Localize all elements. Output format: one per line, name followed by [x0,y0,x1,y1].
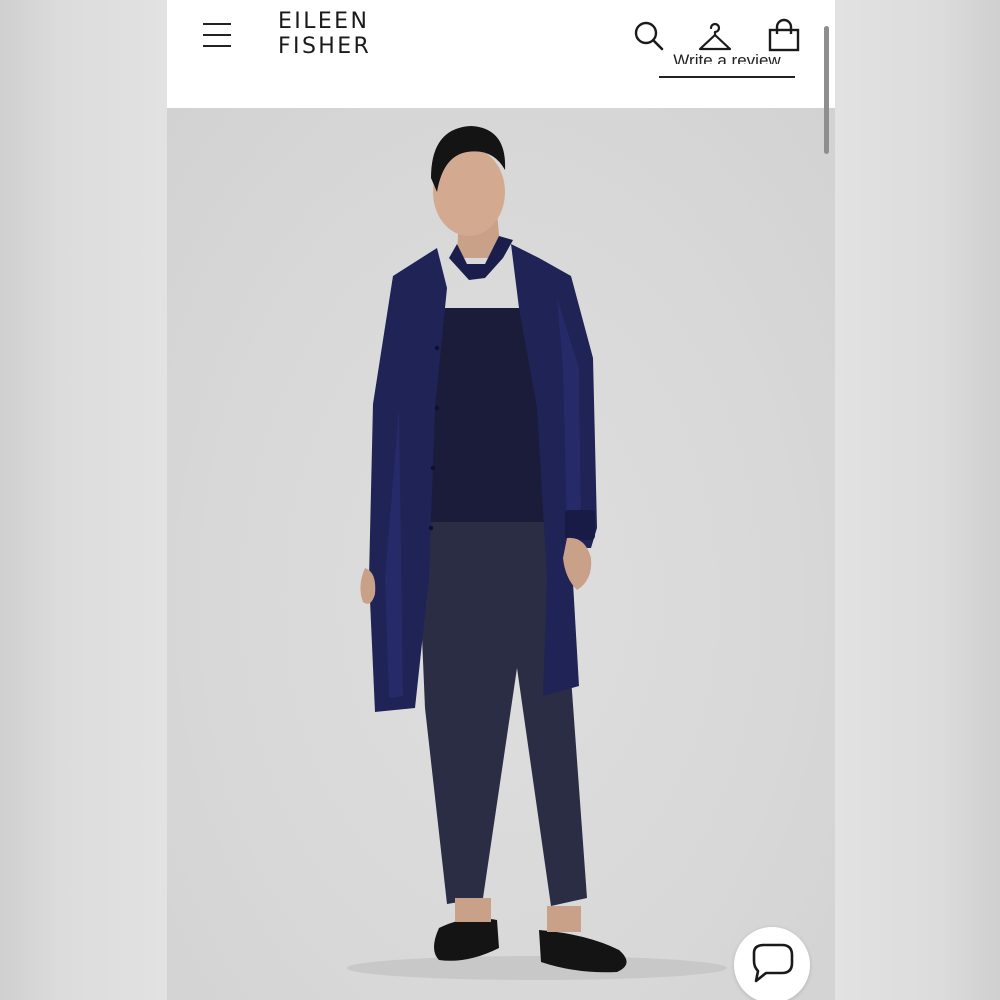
write-review-underline [659,76,795,78]
brand-logo-line-1: EILEEN [278,9,370,34]
site-header: EILEEN FISHER Write a review [167,0,835,108]
chat-button[interactable] [734,927,810,1000]
shopping-bag-icon [768,18,800,52]
hanger-icon [698,22,732,51]
menu-button[interactable] [201,20,233,52]
phone-screen: EILEEN FISHER Write a review [167,0,835,1000]
scrollbar[interactable] [824,26,829,154]
hamburger-menu-icon [203,23,231,25]
model-figure [347,126,727,980]
brand-logo[interactable]: EILEEN FISHER [278,9,371,59]
brand-logo-line-2: FISHER [278,34,372,59]
hamburger-menu-icon-line [203,45,231,47]
search-button[interactable] [631,18,667,54]
hamburger-menu-icon-line [203,34,231,36]
wishlist-button[interactable] [697,18,733,54]
chat-bubble-icon [752,943,794,983]
search-icon [634,21,664,51]
cart-button[interactable] [766,18,802,54]
write-review-link-text: Write a review [673,54,781,70]
product-image[interactable] [167,108,835,1000]
write-review-link[interactable]: Write a review [659,54,795,78]
